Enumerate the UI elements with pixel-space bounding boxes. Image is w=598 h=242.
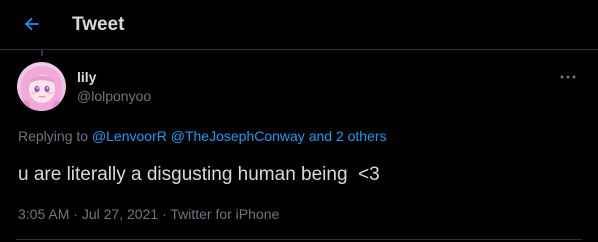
tweet-source[interactable]: Twitter for iPhone [170, 206, 279, 222]
meta-separator: · [162, 206, 167, 222]
back-button[interactable] [16, 8, 48, 40]
others-link[interactable]: 2 others [336, 128, 387, 144]
tweet-page: Tweet lily @lolponyoo Replying to @Lenvo… [0, 0, 598, 242]
meta-separator: · [73, 206, 78, 222]
tweet-text: u are literally a disgusting human being… [18, 164, 380, 185]
and-label: and [308, 128, 333, 144]
tweet-metadata: 3:05 AM · Jul 27, 2021 · Twitter for iPh… [18, 205, 279, 223]
author-handle[interactable]: @lolponyoo [77, 87, 151, 105]
mention-link-thejosephconway[interactable]: @TheJosephConway [171, 128, 305, 144]
page-title: Tweet [72, 14, 125, 35]
tweet-date[interactable]: Jul 27, 2021 [82, 206, 158, 222]
tweet-time[interactable]: 3:05 AM [18, 206, 69, 222]
more-dots-icon [560, 75, 576, 79]
top-bar: Tweet [0, 0, 598, 50]
arrow-left-icon [24, 17, 39, 31]
more-options-button[interactable] [556, 70, 580, 84]
replying-to-label: Replying to [18, 128, 89, 144]
author-display-name[interactable]: lily [77, 69, 96, 86]
mention-link-lenvoorr[interactable]: @LenvoorR [92, 128, 167, 144]
avatar-image [17, 62, 66, 111]
thread-connector-line [41, 50, 43, 56]
divider [16, 239, 582, 240]
replying-to-line: Replying to @LenvoorR @TheJosephConway a… [18, 127, 387, 145]
avatar[interactable] [17, 62, 66, 111]
